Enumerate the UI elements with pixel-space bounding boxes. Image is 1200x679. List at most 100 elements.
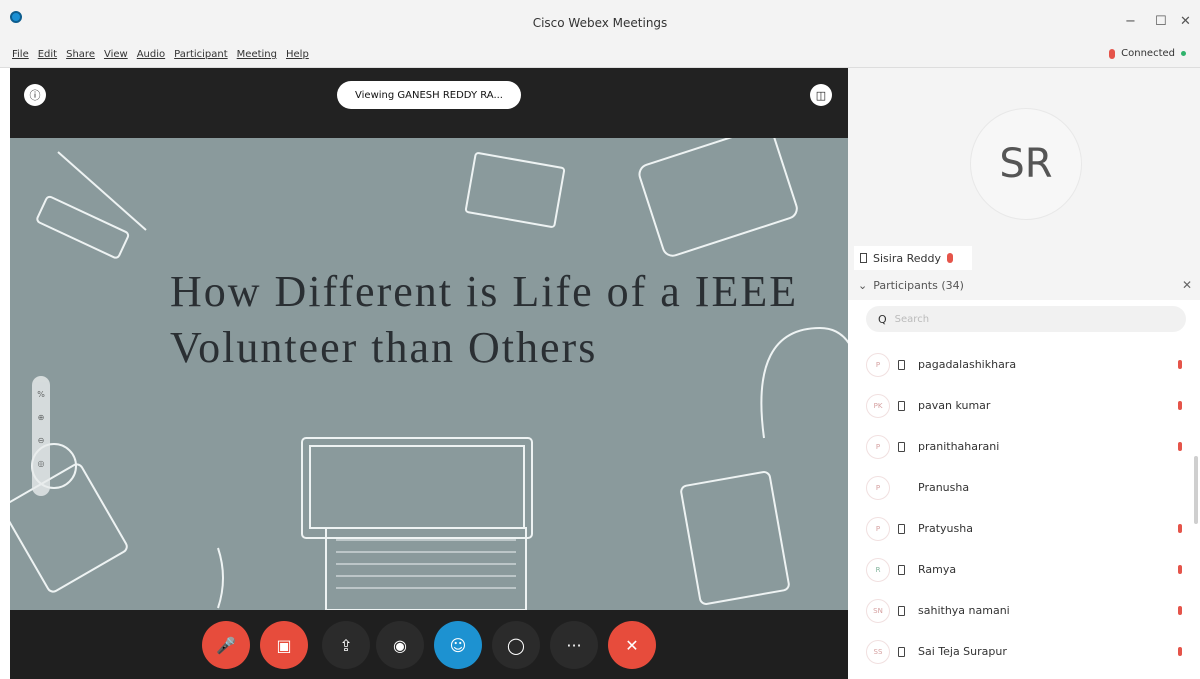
microphone-icon[interactable] [1178, 524, 1182, 533]
title-bar: Cisco Webex Meetings − ☐ ✕ [0, 0, 1200, 40]
slide-title: How Different is Life of a IEEE Voluntee… [170, 264, 798, 376]
camera-icon: ▣ [276, 635, 292, 655]
participant-row[interactable]: Ppagadalashikhara [848, 344, 1200, 385]
sidebar: SR Sisira Reddy ⌄ Participants (34) ✕ Q … [848, 68, 1200, 679]
participants-list: Ppagadalashikhara PK pavan kumar Ppranithah… [848, 344, 1200, 672]
slide-title-line1: How Different is Life of a IEEE [170, 267, 799, 316]
chevron-down-icon: ⌄ [858, 278, 868, 292]
info-icon: ⓘ [29, 89, 41, 102]
share-icon: ⇪ [339, 635, 353, 655]
participant-avatar: P [866, 352, 890, 377]
share-button[interactable]: ⇪ [322, 621, 370, 669]
meeting-controls: 🎤 ▣ ⇪ ◉ ☺ ◯ ··· ✕ [10, 610, 848, 679]
menu-edit[interactable]: Edit [38, 49, 57, 60]
participant-avatar: P [866, 434, 890, 459]
window-title: Cisco Webex Meetings [532, 16, 668, 30]
microphone-icon[interactable] [1178, 565, 1182, 574]
participant-avatar: SS [866, 639, 890, 664]
menu-share[interactable]: Share [66, 49, 95, 60]
device-icon [898, 359, 905, 370]
search-input[interactable]: Search [895, 314, 929, 325]
close-icon: ✕ [625, 635, 639, 655]
participant-avatar: P [866, 516, 890, 541]
participant-row[interactable]: P Pranusha [848, 467, 1200, 508]
microphone-icon [946, 253, 953, 263]
menu-audio[interactable]: Audio [137, 49, 165, 60]
participant-name: Sai Teja Surapur [918, 645, 1007, 658]
participant-name: Pranusha [918, 481, 970, 494]
zoom-controls[interactable]: % ⊕ ⊖ ◎ [32, 376, 50, 496]
participant-name: sahithya namani [918, 604, 1010, 617]
participant-row[interactable]: SN sahithya namani [848, 590, 1200, 631]
search-icon: Q [878, 312, 887, 326]
chat-button[interactable]: ◯ [492, 621, 540, 669]
menu-help[interactable]: Help [286, 49, 309, 60]
device-icon [898, 646, 905, 657]
maximize-button[interactable]: ☐ [1155, 15, 1167, 28]
mute-button[interactable]: 🎤 [202, 621, 250, 669]
more-button[interactable]: ··· [550, 621, 598, 669]
menu-participant[interactable]: Participant [174, 49, 228, 60]
zoom-out-icon[interactable]: ⊖ [32, 436, 50, 445]
participant-name: pavan kumar [918, 399, 991, 412]
shared-slide: How Different is Life of a IEEE Voluntee… [10, 138, 848, 610]
slide-title-line2: Volunteer than Others [170, 323, 598, 372]
participant-avatar: R [866, 557, 890, 582]
viewing-pill[interactable]: Viewing GANESH REDDY RA... [337, 81, 521, 109]
device-icon [860, 253, 867, 263]
video-button[interactable]: ▣ [260, 621, 308, 669]
participant-row[interactable]: P Pratyusha [848, 508, 1200, 549]
microphone-icon[interactable] [1178, 360, 1182, 369]
participants-header[interactable]: ⌄ Participants (34) [848, 270, 1200, 300]
participants-button[interactable]: ☺ [434, 621, 482, 669]
leave-button[interactable]: ✕ [608, 621, 656, 669]
device-icon [898, 605, 905, 616]
stage-top-bar: ⓘ Viewing GANESH REDDY RA... ◫ [10, 68, 848, 138]
zoom-percent-label: % [37, 390, 45, 399]
participants-scrollbar[interactable] [1194, 456, 1198, 524]
layout-icon: ◫ [815, 88, 827, 102]
zoom-fit-icon[interactable]: ◎ [32, 459, 50, 468]
participants-header-label: Participants (34) [873, 278, 964, 292]
zoom-in-icon[interactable]: ⊕ [32, 413, 50, 422]
microphone-icon[interactable] [1178, 401, 1182, 410]
device-icon [898, 400, 905, 411]
menu-file[interactable]: File [12, 49, 29, 60]
connected-label: Connected [1121, 48, 1175, 59]
chat-icon: ◯ [507, 635, 525, 655]
minimize-button[interactable]: − [1125, 15, 1136, 28]
participant-avatar: P [866, 475, 890, 500]
participant-name: pranithaharani [918, 440, 1000, 453]
participant-row[interactable]: Ppranithaharani [848, 426, 1200, 467]
microphone-icon[interactable] [1178, 647, 1182, 656]
menu-meeting[interactable]: Meeting [237, 49, 277, 60]
meeting-stage: ⓘ Viewing GANESH REDDY RA... ◫ How Diffe… [10, 68, 848, 679]
participant-avatar: PK [866, 393, 890, 418]
active-speaker-badge: Sisira Reddy [854, 246, 972, 270]
participant-row[interactable]: R Ramya [848, 549, 1200, 590]
microphone-icon[interactable] [1178, 606, 1182, 615]
person-icon: ☺ [449, 635, 467, 655]
device-icon [898, 523, 905, 534]
device-icon [898, 441, 905, 452]
active-speaker-panel: SR Sisira Reddy [848, 68, 1200, 270]
menu-view[interactable]: View [104, 49, 128, 60]
participant-avatar: SN [866, 598, 890, 623]
record-icon: ◉ [393, 635, 407, 655]
record-button[interactable]: ◉ [376, 621, 424, 669]
microphone-icon [1109, 48, 1116, 59]
close-participants-button[interactable]: ✕ [1182, 278, 1192, 292]
menu-bar: File Edit Share View Audio Participant Meeting… [0, 40, 1200, 68]
participant-name: Pratyusha [918, 522, 973, 535]
participant-search[interactable]: Q Search [866, 306, 1186, 332]
layout-button[interactable]: ◫ [810, 84, 832, 106]
participant-name: pagadalashikhara [918, 358, 1017, 371]
info-button[interactable]: ⓘ [24, 84, 46, 106]
microphone-icon: 🎤 [216, 635, 236, 655]
connection-status[interactable]: Connected [1109, 48, 1186, 59]
participant-name: Ramya [918, 563, 957, 576]
close-window-button[interactable]: ✕ [1180, 15, 1191, 28]
microphone-icon[interactable] [1178, 442, 1182, 451]
participant-row[interactable]: PK pavan kumar [848, 385, 1200, 426]
participant-row[interactable]: SS Sai Teja Surapur [848, 631, 1200, 672]
